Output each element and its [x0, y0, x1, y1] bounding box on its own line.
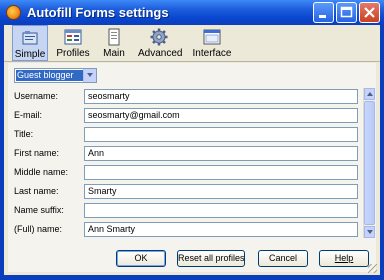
full-name-field[interactable]: Ann Smarty — [84, 222, 358, 237]
form-scrollbar[interactable] — [363, 88, 375, 238]
chevron-down-icon[interactable] — [83, 69, 96, 82]
profile-form: Username: seosmarty E-mail: seosmarty@gm… — [8, 88, 363, 240]
reset-all-profiles-button[interactable]: Reset all profiles — [177, 250, 245, 267]
profiles-icon — [64, 29, 82, 45]
scroll-thumb[interactable] — [364, 101, 375, 225]
name-suffix-label: Name suffix: — [14, 205, 64, 215]
title-field[interactable] — [84, 127, 358, 142]
main-icon — [108, 28, 120, 46]
ok-button[interactable]: OK — [116, 250, 166, 267]
window-title: Autofill Forms settings — [27, 5, 169, 20]
help-button-label: Help — [334, 253, 354, 263]
resize-grip[interactable] — [368, 264, 377, 273]
form-row-name-suffix: Name suffix: — [8, 202, 363, 220]
settings-window: Autofill Forms settings Simple Profiles … — [0, 0, 384, 280]
tab-simple[interactable]: Simple — [12, 25, 48, 61]
name-suffix-field[interactable] — [84, 203, 358, 218]
scroll-up-button[interactable] — [364, 88, 375, 100]
tab-simple-label: Simple — [14, 49, 46, 60]
email-field[interactable]: seosmarty@gmail.com — [84, 108, 358, 123]
last-name-field[interactable]: Smarty — [84, 184, 358, 199]
form-row-title: Title: — [8, 126, 363, 144]
username-field[interactable]: seosmarty — [84, 89, 358, 104]
interface-icon — [203, 29, 221, 45]
form-row-first-name: First name: Ann — [8, 145, 363, 163]
toolbar-divider — [4, 61, 380, 62]
tab-interface[interactable]: Interface — [192, 25, 232, 61]
title-bar[interactable]: Autofill Forms settings — [0, 0, 384, 25]
form-row-full-name: (Full) name: Ann Smarty — [8, 221, 363, 239]
middle-name-field[interactable] — [84, 165, 358, 180]
advanced-gear-icon — [150, 28, 168, 46]
simple-icon — [22, 31, 38, 45]
maximize-button[interactable] — [336, 2, 357, 23]
tab-profiles[interactable]: Profiles — [54, 25, 92, 61]
form-row-username: Username: seosmarty — [8, 88, 363, 106]
form-row-email: E-mail: seosmarty@gmail.com — [8, 107, 363, 125]
profile-select[interactable]: Guest blogger — [14, 68, 97, 83]
tab-advanced-label: Advanced — [138, 48, 183, 59]
full-name-label: (Full) name: — [14, 224, 63, 234]
scroll-down-button[interactable] — [364, 226, 375, 238]
form-row-middle-name: Middle name: — [8, 164, 363, 182]
last-name-label: Last name: — [14, 186, 59, 196]
settings-toolbar: Simple Profiles Main Advanced Interface — [4, 25, 380, 61]
form-row-last-name: Last name: Smarty — [8, 183, 363, 201]
help-button[interactable]: Help — [319, 250, 369, 267]
cancel-button[interactable]: Cancel — [258, 250, 308, 267]
middle-name-label: Middle name: — [14, 167, 69, 177]
tab-interface-label: Interface — [192, 48, 232, 59]
minimize-icon — [319, 15, 326, 18]
close-icon — [364, 7, 375, 18]
first-name-field[interactable]: Ann — [84, 146, 358, 161]
profile-select-value: Guest blogger — [16, 70, 83, 81]
firefox-app-icon — [6, 5, 21, 20]
first-name-label: First name: — [14, 148, 60, 158]
minimize-button[interactable] — [313, 2, 334, 23]
username-label: Username: — [14, 91, 59, 101]
title-label: Title: — [14, 129, 34, 139]
tab-profiles-label: Profiles — [56, 48, 90, 59]
tab-advanced[interactable]: Advanced — [138, 25, 183, 61]
email-label: E-mail: — [14, 110, 43, 120]
maximize-icon — [340, 6, 353, 18]
tab-main-label: Main — [103, 48, 125, 59]
tab-main[interactable]: Main — [100, 25, 128, 61]
close-button[interactable] — [359, 2, 380, 23]
